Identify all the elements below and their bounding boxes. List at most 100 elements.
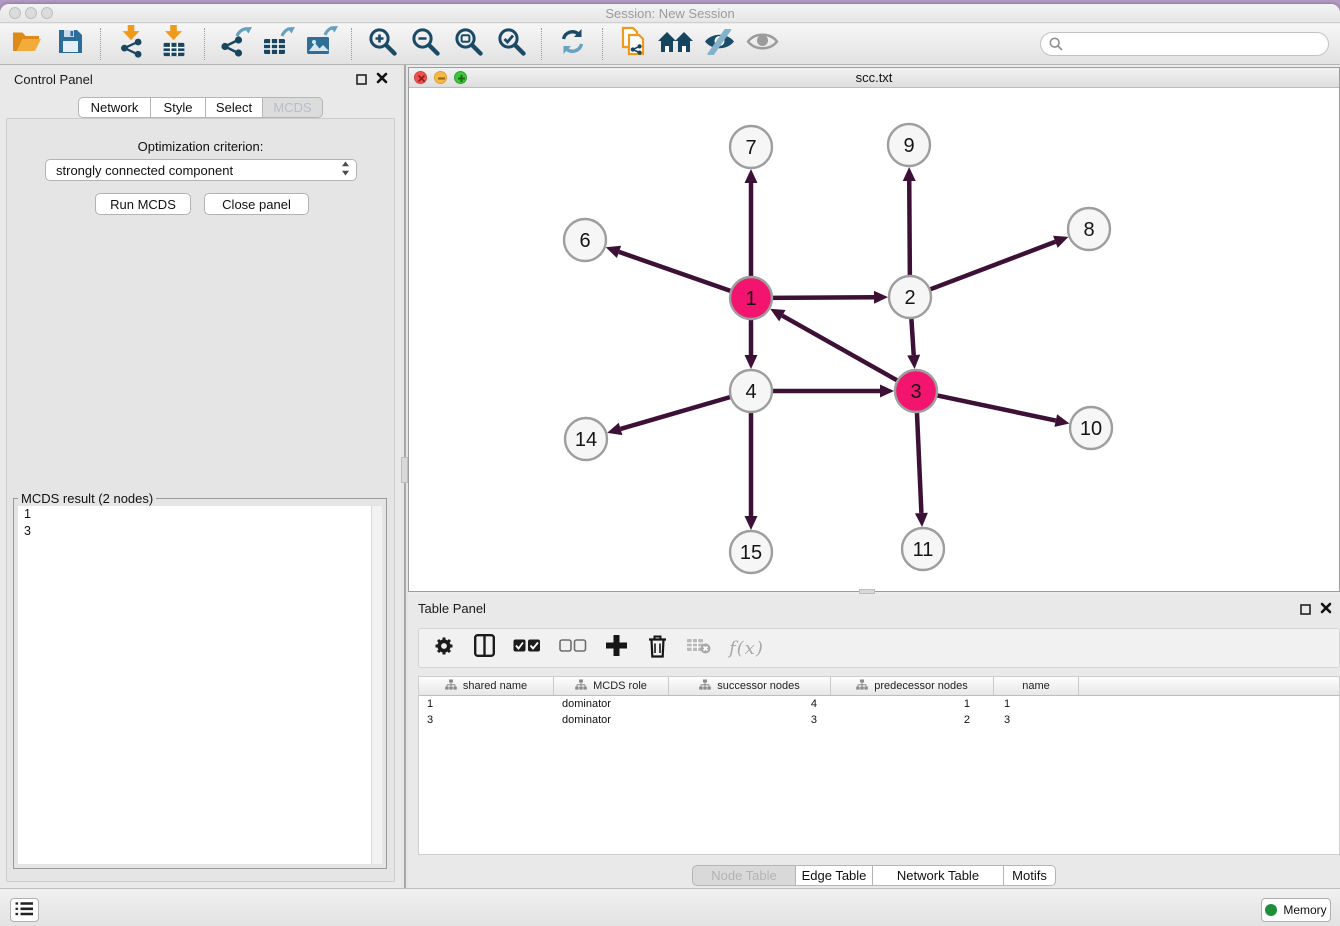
clone-network-button[interactable] bbox=[616, 26, 650, 62]
close-panel-button[interactable]: Close panel bbox=[204, 193, 309, 215]
toolbar-separator bbox=[541, 28, 542, 60]
mcds-result-list[interactable]: 13 bbox=[18, 506, 382, 864]
graph-node-10[interactable]: 10 bbox=[1070, 407, 1112, 449]
table-cell[interactable]: 1 bbox=[831, 696, 994, 712]
column-header-successor-nodes[interactable]: successor nodes bbox=[669, 677, 831, 696]
zoom-selected-button[interactable] bbox=[494, 26, 528, 62]
export-table-button[interactable] bbox=[261, 26, 295, 62]
tab-mcds[interactable]: MCDS bbox=[263, 97, 323, 118]
graph-edge-4-3[interactable] bbox=[772, 385, 894, 398]
table-cell[interactable]: 1 bbox=[994, 696, 1079, 712]
result-scrollbar[interactable] bbox=[371, 506, 382, 864]
graph-edge-3-10[interactable] bbox=[937, 395, 1070, 427]
graph-node-15[interactable]: 15 bbox=[730, 531, 772, 573]
save-session-button[interactable] bbox=[53, 26, 87, 62]
column-header-MCDS-role[interactable]: MCDS role bbox=[554, 677, 669, 696]
control-panel-tabs: NetworkStyleSelectMCDS bbox=[78, 97, 323, 118]
graph-node-14[interactable]: 14 bbox=[565, 418, 607, 460]
deselect-all-checkboxes-icon bbox=[559, 639, 587, 658]
hide-panels-button[interactable] bbox=[702, 26, 736, 62]
table-cell[interactable]: 3 bbox=[419, 712, 554, 728]
graph-edge-2-9[interactable] bbox=[903, 167, 916, 276]
control-panel-close-icon[interactable] bbox=[375, 71, 389, 85]
open-file-button[interactable] bbox=[10, 26, 44, 62]
control-panel-title: Control Panel bbox=[14, 72, 93, 87]
graph-edge-1-7[interactable] bbox=[745, 169, 758, 277]
table-cell[interactable]: 2 bbox=[831, 712, 994, 728]
graph-edge-4-14[interactable] bbox=[607, 397, 731, 435]
delete-columns-button[interactable] bbox=[646, 633, 668, 663]
table-row[interactable]: 1dominator411 bbox=[419, 696, 1339, 712]
graph-edge-4-15[interactable] bbox=[745, 412, 758, 530]
show-panels-button[interactable] bbox=[745, 26, 779, 62]
import-table-button[interactable] bbox=[157, 26, 191, 62]
main-titlebar: Session: New Session bbox=[0, 4, 1340, 23]
tab-select[interactable]: Select bbox=[206, 97, 263, 118]
zoom-in-icon bbox=[368, 27, 397, 61]
panel-splitter[interactable] bbox=[401, 65, 408, 888]
table-cell[interactable]: 3 bbox=[669, 712, 831, 728]
graph-node-3[interactable]: 3 bbox=[895, 370, 937, 412]
column-header-name[interactable]: name bbox=[994, 677, 1079, 696]
graph-node-2[interactable]: 2 bbox=[889, 276, 931, 318]
table-panel-close-icon[interactable] bbox=[1319, 601, 1333, 615]
table-cell[interactable]: 1 bbox=[419, 696, 554, 712]
select-stepper-icon bbox=[341, 161, 350, 179]
column-header-predecessor-nodes[interactable]: predecessor nodes bbox=[831, 677, 994, 696]
memory-button[interactable]: Memory bbox=[1261, 898, 1331, 922]
zoom-in-button[interactable] bbox=[365, 26, 399, 62]
mcds-result-item: 1 bbox=[18, 506, 382, 523]
control-panel-float-icon[interactable] bbox=[354, 72, 368, 86]
tab-edge-table[interactable]: Edge Table bbox=[796, 865, 873, 886]
graph-edge-1-4[interactable] bbox=[745, 319, 758, 369]
network-canvas[interactable]: 7 9 6 8 1 2 4 3 14 10 15 11 bbox=[409, 88, 1339, 591]
graph-edge-3-11[interactable] bbox=[915, 412, 928, 527]
graph-edge-3-1[interactable] bbox=[770, 309, 898, 381]
home-view-button[interactable] bbox=[659, 26, 693, 62]
deselect-all-checkboxes-button[interactable] bbox=[559, 633, 587, 663]
svg-text:9: 9 bbox=[903, 135, 914, 157]
split-columns-button[interactable] bbox=[473, 633, 495, 663]
tab-network-table[interactable]: Network Table bbox=[873, 865, 1004, 886]
graph-node-4[interactable]: 4 bbox=[730, 370, 772, 412]
graph-node-7[interactable]: 7 bbox=[730, 126, 772, 168]
zoom-fit-button[interactable] bbox=[451, 26, 485, 62]
table-row[interactable]: 3dominator323 bbox=[419, 712, 1339, 728]
zoom-out-button[interactable] bbox=[408, 26, 442, 62]
task-history-button[interactable] bbox=[10, 898, 39, 922]
table-cell[interactable]: 4 bbox=[669, 696, 831, 712]
tab-style[interactable]: Style bbox=[151, 97, 206, 118]
network-graph[interactable]: 7 9 6 8 1 2 4 3 14 10 15 11 bbox=[409, 88, 1339, 591]
run-mcds-button[interactable]: Run MCDS bbox=[95, 193, 191, 215]
refresh-view-button[interactable] bbox=[555, 26, 589, 62]
graph-edge-1-2[interactable] bbox=[772, 291, 888, 304]
export-network-button[interactable] bbox=[218, 26, 252, 62]
node-table-body: 1dominator4113dominator323 bbox=[419, 696, 1339, 728]
settings-gear-button[interactable] bbox=[433, 633, 455, 663]
graph-node-1[interactable]: 1 bbox=[730, 277, 772, 319]
graph-node-9[interactable]: 9 bbox=[888, 124, 930, 166]
splitter-grip[interactable] bbox=[401, 457, 408, 483]
network-window-grip[interactable] bbox=[859, 589, 875, 594]
tab-motifs[interactable]: Motifs bbox=[1004, 865, 1056, 886]
table-cell[interactable]: dominator bbox=[554, 696, 669, 712]
select-all-checkboxes-button[interactable] bbox=[513, 633, 541, 663]
table-panel-float-icon[interactable] bbox=[1298, 602, 1312, 616]
svg-text:2: 2 bbox=[904, 287, 915, 309]
graph-edge-2-3[interactable] bbox=[907, 318, 920, 369]
import-network-button[interactable] bbox=[114, 26, 148, 62]
search-input[interactable] bbox=[1040, 32, 1329, 56]
column-header-shared-name[interactable]: shared name bbox=[419, 677, 554, 696]
add-column-button[interactable] bbox=[605, 633, 628, 663]
table-cell[interactable]: dominator bbox=[554, 712, 669, 728]
export-image-button[interactable] bbox=[304, 26, 338, 62]
table-cell[interactable]: 3 bbox=[994, 712, 1079, 728]
graph-node-6[interactable]: 6 bbox=[564, 219, 606, 261]
tab-network[interactable]: Network bbox=[78, 97, 151, 118]
graph-node-11[interactable]: 11 bbox=[902, 528, 944, 570]
graph-node-8[interactable]: 8 bbox=[1068, 208, 1110, 250]
tab-node-table[interactable]: Node Table bbox=[692, 865, 796, 886]
criterion-select[interactable]: strongly connected component bbox=[45, 159, 357, 181]
graph-edge-2-8[interactable] bbox=[930, 236, 1069, 290]
graph-edge-1-6[interactable] bbox=[606, 246, 731, 291]
